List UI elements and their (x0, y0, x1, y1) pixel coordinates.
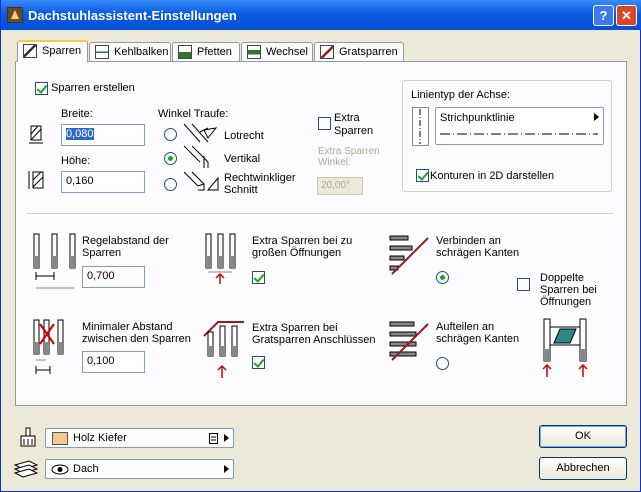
gratsparren-icon (320, 45, 334, 59)
breite-input[interactable]: 0,080 (61, 124, 145, 146)
hoehe-label: Höhe: (61, 155, 91, 167)
extra-oeffnungen-label: Extra Sparren bei zu großen Öffnungen (252, 235, 353, 259)
hoehe-input[interactable]: 0,160 (61, 171, 145, 193)
dialog-window: Dachstuhlassistent-Einstellungen ? ✕ Spa… (0, 0, 641, 492)
sparren-icon (23, 44, 37, 58)
breite-label: Breite: (61, 108, 93, 120)
kehlbalken-icon (95, 45, 109, 59)
extra-grat-label: Extra Sparren bei Gratsparren Anschlüsse… (252, 322, 376, 346)
extra-grat-icon (203, 321, 244, 378)
aufteilen-icon (389, 321, 429, 361)
linientyp-title: Linientyp der Achse: (411, 89, 511, 101)
rechtwinklig-icon (183, 171, 219, 191)
tab-pfetten[interactable]: Pfetten (172, 42, 240, 61)
pfetten-icon (178, 45, 192, 59)
extra-grat-checkbox[interactable] (252, 356, 265, 369)
extra-oeffnungen-icon (205, 233, 236, 284)
extra-sparren-label: Extra Sparren (334, 112, 374, 137)
verbinden-label: Verbinden an schrägen Kanten (436, 235, 520, 259)
vertikal-icon (183, 145, 209, 168)
help-button[interactable]: ? (593, 5, 614, 26)
breite-icon (29, 125, 43, 144)
vertikal-radio[interactable] (164, 152, 177, 165)
doppelte-label: Doppelte Sparren bei Öffnungen (540, 272, 597, 308)
konturen-label: Konturen in 2D darstellen (430, 170, 555, 182)
extra-sparren-checkbox[interactable] (318, 117, 331, 130)
material-dropdown[interactable]: Holz Kiefer (45, 428, 234, 448)
lotrecht-icon (183, 123, 218, 143)
linientyp-dropdown[interactable]: Strichpunktlinie (435, 107, 604, 145)
regelabstand-icon (33, 233, 76, 289)
close-button[interactable]: ✕ (616, 5, 637, 26)
min-abstand-input[interactable]: 0,100 (82, 351, 145, 373)
wechsel-icon (247, 45, 261, 59)
abbrechen-button[interactable]: Abbrechen (539, 457, 627, 480)
ok-button[interactable]: OK (539, 425, 627, 448)
vertikal-label: Vertikal (224, 153, 261, 165)
material-swatch (52, 432, 68, 445)
rechtwinklig-radio[interactable] (164, 178, 177, 191)
linientyp-value: Strichpunktlinie (440, 112, 515, 124)
aufteilen-label: Aufteilen an schrägen Kanten (436, 321, 520, 345)
tab-label: Kehlbalken (114, 46, 169, 58)
dropdown-arrow-icon (594, 113, 599, 121)
layer-dropdown[interactable]: Dach (45, 459, 234, 479)
tab-label: Gratsparren (339, 46, 398, 58)
tab-kehlbalken[interactable]: Kehlbalken (89, 42, 171, 61)
tab-wechsel[interactable]: Wechsel (241, 42, 313, 61)
tab-label: Wechsel (266, 46, 308, 58)
extra-oeffnungen-checkbox[interactable] (252, 271, 265, 284)
lotrecht-label: Lotrecht (224, 130, 264, 142)
min-abstand-icon (33, 319, 64, 374)
aufteilen-radio[interactable] (436, 357, 449, 370)
konturen-checkbox[interactable] (416, 169, 429, 182)
eye-icon (51, 464, 69, 475)
material-brush-icon (20, 427, 36, 447)
title-bar[interactable]: Dachstuhlassistent-Einstellungen ? ✕ (1, 0, 641, 30)
linientyp-preview-icon (412, 107, 429, 146)
dropdown-arrow-icon (224, 465, 229, 473)
regelabstand-input[interactable]: 0,700 (82, 266, 145, 288)
layer-value: Dach (73, 463, 99, 475)
tab-gratsparren[interactable]: Gratsparren (314, 42, 404, 61)
rechtwinklig-label: Rechtwinkliger Schnitt (224, 172, 296, 196)
extra-sparren-winkel-label: Extra Sparren Winkel: (318, 146, 380, 168)
sparren-erstellen-label: Sparren erstellen (51, 82, 135, 94)
doppelte-sparren-icon (542, 318, 588, 377)
dropdown-arrow-icon (224, 434, 229, 442)
document-icon (209, 433, 218, 444)
window-title: Dachstuhlassistent-Einstellungen (28, 8, 237, 23)
layers-icon (13, 460, 39, 478)
regelabstand-label: Regelabstand der Sparren (82, 235, 169, 259)
min-abstand-label: Minimaler Abstand zwischen den Sparren (82, 321, 191, 345)
sparren-panel: Sparren erstellen Breite: 0,080 Höhe: 0,… (15, 61, 627, 406)
verbinden-icon (389, 235, 429, 275)
material-value: Holz Kiefer (73, 432, 127, 444)
winkel-traufe-label: Winkel Traufe: (158, 108, 229, 120)
hoehe-icon (28, 171, 44, 189)
separator (26, 213, 614, 214)
doppelte-checkbox[interactable] (517, 278, 530, 291)
roof-app-icon (7, 7, 23, 23)
lotrecht-radio[interactable] (164, 128, 177, 141)
tab-label: Pfetten (197, 46, 232, 58)
extra-sparren-winkel-input: 20,00° (317, 177, 363, 195)
linientyp-line-sample (440, 133, 598, 135)
tab-label: Sparren (42, 45, 82, 57)
verbinden-radio[interactable] (436, 271, 449, 284)
tab-sparren[interactable]: Sparren (17, 40, 88, 62)
sparren-erstellen-checkbox[interactable] (35, 82, 48, 95)
